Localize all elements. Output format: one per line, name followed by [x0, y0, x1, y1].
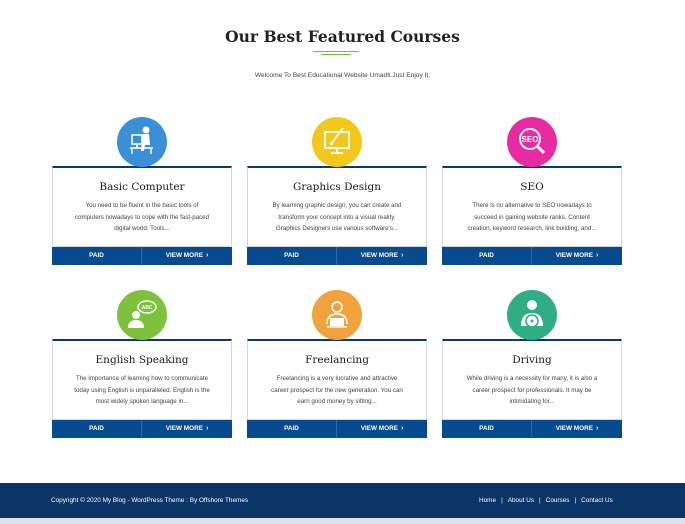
footer-link-courses[interactable]: Courses [546, 497, 570, 504]
course-action-bar: PAID VIEW MORE › [52, 247, 232, 265]
course-description: The importance of learning how to commun… [74, 375, 210, 406]
course-title: English Speaking [95, 354, 189, 366]
title-underline [313, 51, 359, 55]
footer-link-contact-us[interactable]: Contact Us [581, 497, 613, 504]
view-more-button[interactable]: VIEW MORE › [532, 247, 622, 265]
course-action-bar: PAID VIEW MORE › [442, 420, 622, 438]
course-title: SEO [520, 181, 544, 193]
view-more-button[interactable]: VIEW MORE › [142, 420, 232, 438]
course-description: There is no alternative to SEO nowadays … [467, 202, 597, 233]
price-label: PAID [479, 252, 494, 259]
design-monitor-icon [312, 117, 362, 167]
course-action-bar: PAID VIEW MORE › [247, 247, 427, 265]
course-description: You need to be fluent in the basic tools… [74, 202, 210, 233]
view-more-button[interactable]: VIEW MORE › [142, 247, 232, 265]
price-label: PAID [89, 425, 104, 432]
copyright-text: Copyright © 2020 My Blog - WordPress The… [51, 497, 249, 504]
course-description: By learning graphic design, you can crea… [272, 202, 402, 233]
price-label: PAID [479, 425, 494, 432]
course-card-body: Freelancing Freelancing is a very lucrat… [247, 339, 427, 420]
chevron-right-icon: › [400, 252, 404, 259]
separator: | [539, 497, 541, 504]
course-card-body: Basic Computer You need to be fluent in … [52, 166, 232, 247]
svg-text:SEO: SEO [522, 135, 539, 144]
footer: Copyright © 2020 My Blog - WordPress The… [0, 483, 685, 524]
separator: | [501, 497, 503, 504]
chevron-right-icon: › [400, 425, 404, 432]
speech-bubble-abc-icon: ABC [117, 290, 167, 340]
chevron-right-icon: › [595, 252, 599, 259]
chevron-right-icon: › [205, 252, 209, 259]
course-title: Graphics Design [293, 181, 381, 193]
separator: | [574, 497, 577, 504]
course-card-freelancing: Freelancing Freelancing is a very lucrat… [247, 339, 427, 438]
course-action-bar: PAID VIEW MORE › [52, 420, 232, 438]
price-label: PAID [284, 252, 299, 259]
course-card-seo: SEO There is no alternative to SEO nowad… [442, 166, 622, 265]
course-action-bar: PAID VIEW MORE › [442, 247, 622, 265]
driver-steering-icon [507, 290, 557, 340]
course-card-body: SEO There is no alternative to SEO nowad… [442, 166, 622, 247]
course-card-graphics-design: Graphics Design By learning graphic desi… [247, 166, 427, 265]
chevron-right-icon: › [595, 425, 599, 432]
course-card-body: Graphics Design By learning graphic desi… [247, 166, 427, 247]
course-action-bar: PAID VIEW MORE › [247, 420, 427, 438]
page-subtitle: Welcome To Best Educational Website Umad… [254, 72, 431, 79]
seo-magnifier-icon: SEO [507, 117, 557, 167]
computer-user-icon [117, 117, 167, 167]
taskbar-strip [0, 518, 685, 524]
view-more-button[interactable]: VIEW MORE › [532, 420, 622, 438]
footer-nav: Home | About Us | Courses | Contact Us [479, 497, 613, 504]
view-more-button[interactable]: VIEW MORE › [337, 420, 427, 438]
price-label: PAID [89, 252, 104, 259]
footer-link-about-us[interactable]: About Us [508, 497, 534, 504]
chevron-right-icon: › [205, 425, 209, 432]
footer-link-home[interactable]: Home [479, 497, 496, 504]
svg-text:ABC: ABC [142, 305, 153, 311]
freelancer-laptop-icon [312, 290, 362, 340]
course-card-english-speaking: English Speaking The importance of learn… [52, 339, 232, 438]
course-card-body: Driving While driving is a necessity for… [442, 339, 622, 420]
price-label: PAID [284, 425, 299, 432]
course-card-driving: Driving While driving is a necessity for… [442, 339, 622, 438]
course-title: Basic Computer [99, 181, 185, 193]
page-title: Our Best Featured Courses [225, 27, 460, 46]
course-card-basic-computer: Basic Computer You need to be fluent in … [52, 166, 232, 265]
course-description: While driving is a necessity for many, i… [466, 375, 598, 406]
course-card-body: English Speaking The importance of learn… [52, 339, 232, 420]
course-description: Freelancing is a very lucrative and attr… [271, 375, 403, 406]
course-title: Driving [512, 354, 552, 366]
view-more-button[interactable]: VIEW MORE › [337, 247, 427, 265]
course-title: Freelancing [305, 354, 369, 366]
